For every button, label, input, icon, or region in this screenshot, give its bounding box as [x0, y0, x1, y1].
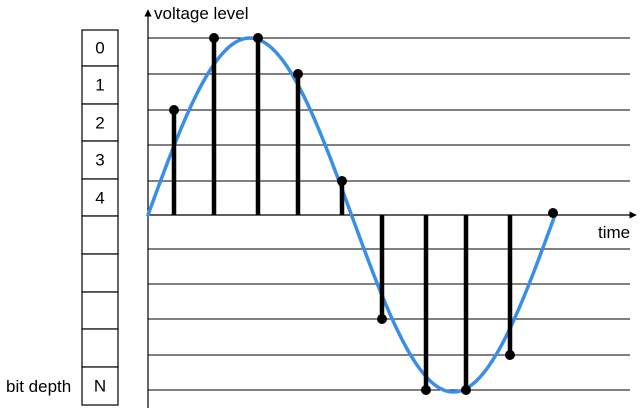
sample-dots [169, 33, 558, 395]
level-boxes: 0 1 2 3 4 N [81, 29, 119, 406]
level-label-3: 3 [95, 151, 104, 170]
y-axis-label: voltage level [154, 4, 249, 23]
sample-dot-2 [209, 33, 219, 43]
level-label-4: 4 [95, 189, 104, 208]
sample-dot-6 [377, 314, 387, 324]
level-box-6 [81, 253, 119, 293]
sample-dot-9 [505, 350, 515, 360]
level-box-8 [81, 328, 119, 368]
sample-dot-5 [337, 176, 347, 186]
level-label-0: 0 [95, 39, 104, 58]
level-label-1: 1 [95, 76, 104, 95]
sample-dot-8 [461, 385, 471, 395]
level-box-5 [81, 215, 119, 255]
sample-dot-4 [293, 69, 303, 79]
bit-depth-label: bit depth [6, 377, 71, 396]
sample-dot-1 [169, 105, 179, 115]
sample-dot-7 [421, 385, 431, 395]
level-label-9: N [94, 377, 106, 396]
sample-stems [171, 38, 513, 390]
sample-dot-10 [548, 208, 558, 218]
sample-dot-3 [253, 33, 263, 43]
x-axis-label: time [598, 223, 630, 242]
level-label-2: 2 [95, 114, 104, 133]
sampling-diagram: 0 1 2 3 4 N voltage level time bit depth [6, 4, 637, 408]
level-box-7 [81, 291, 119, 330]
